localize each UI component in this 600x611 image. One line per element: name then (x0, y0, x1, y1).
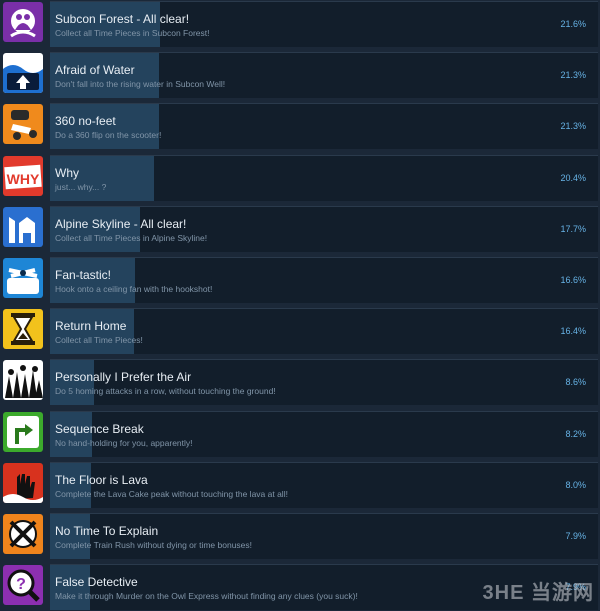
why-sign-icon: WHY (3, 156, 43, 196)
achievement-row[interactable]: Sequence Break No hand-holding for you, a… (0, 410, 600, 458)
achievement-panel: Sequence Break No hand-holding for you, a… (50, 411, 598, 457)
achievement-title: Return Home (55, 319, 126, 333)
unlock-percent: 7.9% (565, 531, 586, 541)
unlock-percent: 8.6% (565, 377, 586, 387)
scooter-flip-icon (3, 104, 43, 144)
alpine-skyline-icon (3, 207, 43, 247)
unlock-percent: 17.7% (560, 224, 586, 234)
achievement-panel: Return Home Collect all Time Pieces! 16.4% (50, 308, 598, 354)
achievement-description: Collect all Time Pieces in Alpine Skylin… (55, 233, 207, 243)
achievement-row[interactable]: Subcon Forest - All clear! Collect all Ti… (0, 0, 600, 48)
achievement-title: Personally I Prefer the Air (55, 370, 191, 384)
achievement-description: Hook onto a ceiling fan with the hooksho… (55, 284, 212, 294)
crossed-clock-icon (3, 514, 43, 554)
achievement-row[interactable]: No Time To Explain Complete Train Rush wi… (0, 512, 600, 560)
achievement-title: Subcon Forest - All clear! (55, 12, 189, 26)
unlock-percent: 21.3% (560, 121, 586, 131)
subcon-forest-icon (3, 2, 43, 42)
ceiling-fan-icon (3, 258, 43, 298)
achievement-row[interactable]: Return Home Collect all Time Pieces! 16.4% (0, 307, 600, 355)
achievement-panel: The Floor is Lava Complete the Lava Cake … (50, 462, 598, 508)
achievement-panel: 360 no-feet Do a 360 flip on the scooter!… (50, 103, 598, 149)
achievement-description: just... why... ? (55, 182, 106, 192)
achievement-panel: Subcon Forest - All clear! Collect all Ti… (50, 1, 598, 47)
achievement-row[interactable]: 360 no-feet Do a 360 flip on the scooter!… (0, 102, 600, 150)
achievement-row[interactable]: Fan-tastic! Hook onto a ceiling fan with … (0, 256, 600, 304)
achievement-title: Afraid of Water (55, 63, 135, 77)
achievement-description: Collect all Time Pieces in Subcon Forest… (55, 28, 209, 38)
achievement-panel: Why just... why... ? 20.4% (50, 155, 598, 201)
achievement-panel: No Time To Explain Complete Train Rush wi… (50, 513, 598, 559)
unlock-percent: 16.4% (560, 326, 586, 336)
achievement-description: Do a 360 flip on the scooter! (55, 130, 161, 140)
svg-text:WHY: WHY (7, 171, 40, 187)
water-up-arrow-icon (3, 53, 43, 93)
unlock-percent: 20.4% (560, 173, 586, 183)
achievement-description: Complete Train Rush without dying or tim… (55, 540, 252, 550)
achievement-description: No hand-holding for you, apparently! (55, 438, 193, 448)
unlock-percent: 8.0% (565, 480, 586, 490)
svg-text:?: ? (16, 576, 26, 593)
achievement-title: Alpine Skyline - All clear! (55, 217, 186, 231)
achievement-row[interactable]: WHY Why just... why... ? 20.4% (0, 154, 600, 202)
achievement-row[interactable]: The Floor is Lava Complete the Lava Cake … (0, 461, 600, 509)
achievement-description: Do 5 homing attacks in a row, without to… (55, 386, 276, 396)
achievement-row[interactable]: Afraid of Water Don't fall into the risin… (0, 51, 600, 99)
unlock-percent: 21.6% (560, 19, 586, 29)
crowd-icon (3, 360, 43, 400)
turn-right-arrow-icon (3, 412, 43, 452)
achievement-panel: Fan-tastic! Hook onto a ceiling fan with … (50, 257, 598, 303)
site-watermark: 3HE 当游网 (483, 576, 594, 605)
achievement-description: Don't fall into the rising water in Subc… (55, 79, 225, 89)
achievement-title: The Floor is Lava (55, 473, 148, 487)
hourglass-icon (3, 309, 43, 349)
achievement-list: Subcon Forest - All clear! Collect all Ti… (0, 0, 600, 609)
lava-hand-icon (3, 463, 43, 503)
achievement-title: Fan-tastic! (55, 268, 111, 282)
unlock-percent: 8.2% (565, 429, 586, 439)
achievement-title: No Time To Explain (55, 524, 158, 538)
question-magnifier-icon: ? (3, 565, 43, 605)
achievement-description: Collect all Time Pieces! (55, 335, 143, 345)
achievement-title: 360 no-feet (55, 114, 116, 128)
achievement-row[interactable]: Personally I Prefer the Air Do 5 homing a… (0, 358, 600, 406)
achievement-row[interactable]: Alpine Skyline - All clear! Collect all T… (0, 205, 600, 253)
achievement-title: Sequence Break (55, 422, 144, 436)
unlock-percent: 16.6% (560, 275, 586, 285)
achievement-title: Why (55, 166, 79, 180)
achievement-panel: Afraid of Water Don't fall into the risin… (50, 52, 598, 98)
achievement-panel: Alpine Skyline - All clear! Collect all T… (50, 206, 598, 252)
achievement-description: Complete the Lava Cake peak without touc… (55, 489, 288, 499)
unlock-percent: 21.3% (560, 70, 586, 80)
achievement-description: Make it through Murder on the Owl Expres… (55, 591, 358, 601)
achievement-panel: Personally I Prefer the Air Do 5 homing a… (50, 359, 598, 405)
achievement-title: False Detective (55, 575, 138, 589)
